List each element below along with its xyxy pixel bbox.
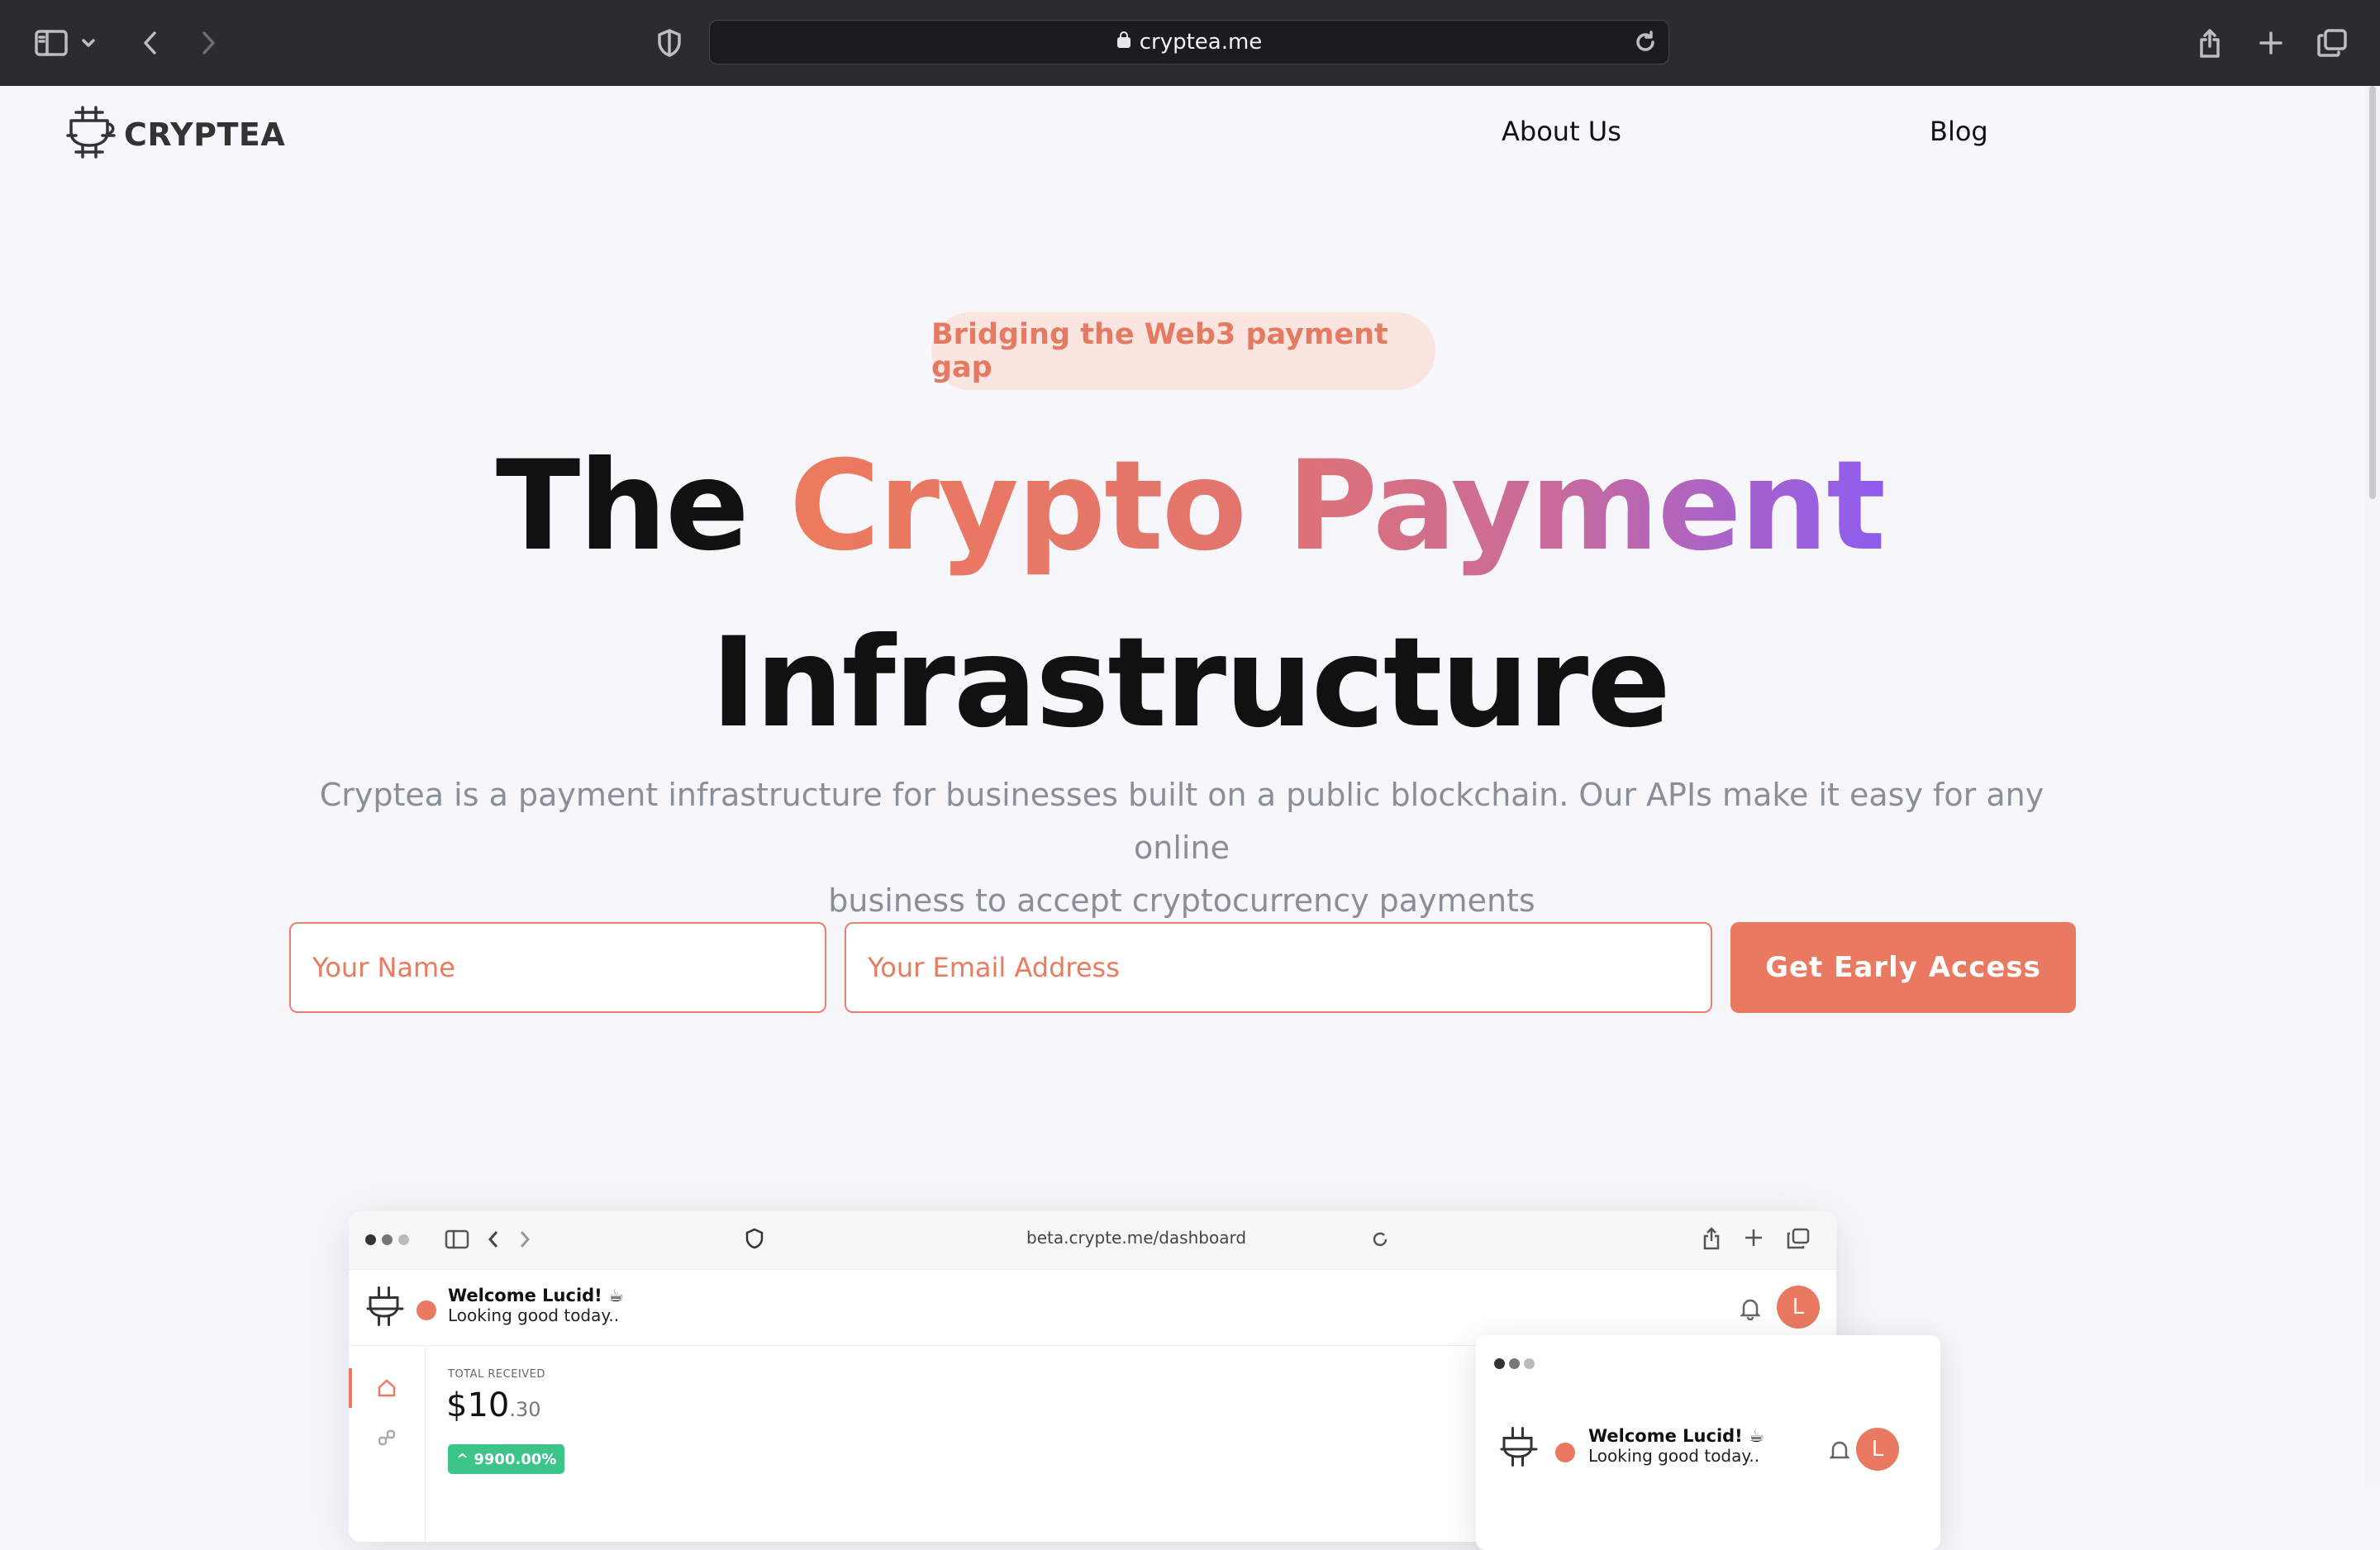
- preview-looking: Looking good today..: [448, 1305, 620, 1325]
- hero-title-line2: Infrastructure: [711, 611, 1671, 755]
- mobile-looking: Looking good today..: [1588, 1446, 1760, 1466]
- hero-tagline-pill: Bridging the Web3 payment gap: [931, 312, 1435, 390]
- preview-logo-icon: [365, 1284, 405, 1333]
- share-icon[interactable]: [2188, 21, 2231, 64]
- address-text: cryptea.me: [1139, 30, 1263, 55]
- preview-url: beta.crypte.me/dashboard: [1026, 1228, 1247, 1248]
- hero-subtitle-line2: business to accept cryptocurrency paymen…: [828, 882, 1535, 919]
- address-bar[interactable]: cryptea.me: [709, 20, 1669, 64]
- collapse-arrow-icon: [416, 1300, 436, 1320]
- preview-browser-bar: beta.crypte.me/dashboard: [349, 1211, 1836, 1270]
- preview-home-icon: [377, 1378, 397, 1402]
- reload-icon[interactable]: [1630, 27, 1660, 63]
- window-dot-icon: [1509, 1358, 1520, 1369]
- sidebar-icon[interactable]: [30, 21, 73, 64]
- tabs-icon[interactable]: [2311, 21, 2354, 64]
- preview-sidebar: [349, 1345, 426, 1542]
- name-input[interactable]: [289, 922, 826, 1013]
- window-dot-icon: [398, 1234, 409, 1245]
- preview-back-icon: [488, 1229, 499, 1253]
- email-input[interactable]: [845, 922, 1712, 1013]
- window-dot-icon: [365, 1234, 376, 1245]
- preview-tabs-icon: [1787, 1228, 1810, 1253]
- logo-text: CRYPTEA: [124, 116, 286, 153]
- mobile-logo-icon: [1499, 1424, 1539, 1473]
- amount-cents: .30: [509, 1398, 541, 1421]
- preview-welcome: Welcome Lucid! ☕: [448, 1286, 624, 1305]
- preview-link-icon: [377, 1428, 397, 1452]
- page-scrollbar[interactable]: [2365, 86, 2380, 1487]
- window-dot-icon: [382, 1234, 393, 1245]
- preview-reload-icon: [1370, 1229, 1390, 1253]
- mobile-bell-icon: [1828, 1439, 1851, 1467]
- preview-bell-icon: [1739, 1297, 1762, 1324]
- preview-plus-icon: [1744, 1228, 1764, 1252]
- mobile-welcome: Welcome Lucid! ☕: [1588, 1426, 1764, 1446]
- browser-toolbar: cryptea.me: [0, 0, 2380, 86]
- nav-about-us[interactable]: About Us: [1502, 116, 1621, 147]
- scrollbar-thumb[interactable]: [2369, 86, 2376, 499]
- get-early-access-button[interactable]: Get Early Access: [1730, 922, 2076, 1013]
- lock-icon: [1116, 30, 1131, 55]
- hero-subtitle-line1: Cryptea is a payment infrastructure for …: [319, 777, 2044, 866]
- site-logo[interactable]: CRYPTEA: [64, 104, 285, 164]
- hero-subtitle: Cryptea is a payment infrastructure for …: [298, 768, 2066, 927]
- hero-title-plain: The: [495, 435, 790, 578]
- preview-avatar: L: [1777, 1286, 1820, 1329]
- nav-blog[interactable]: Blog: [1930, 116, 1988, 147]
- window-dot-icon: [1524, 1358, 1535, 1369]
- shield-icon[interactable]: [648, 21, 691, 64]
- mobile-preview: Welcome Lucid! ☕ Looking good today.. L: [1476, 1335, 1940, 1550]
- plus-icon[interactable]: [2249, 21, 2292, 64]
- forward-icon[interactable]: [187, 21, 230, 64]
- active-indicator: [349, 1368, 352, 1408]
- preview-share-icon: [1702, 1226, 1721, 1255]
- total-received-amount: $10.30: [446, 1386, 541, 1424]
- amount-main: $10: [446, 1386, 510, 1424]
- back-icon[interactable]: [129, 21, 172, 64]
- collapse-arrow-icon: [1555, 1443, 1575, 1462]
- hero-title-gradient: Crypto Payment: [789, 435, 1886, 578]
- preview-forward-icon: [519, 1229, 531, 1253]
- total-received-label: TOTAL RECEIVED: [448, 1368, 545, 1381]
- preview-shield-icon: [745, 1228, 764, 1253]
- hero-title-line1: The Crypto Payment: [0, 445, 2380, 568]
- mobile-greeting: Welcome Lucid! ☕ Looking good today..: [1588, 1426, 1764, 1466]
- mobile-avatar: L: [1856, 1428, 1899, 1471]
- window-dot-icon: [1494, 1358, 1505, 1369]
- preview-greeting: Welcome Lucid! ☕ Looking good today..: [448, 1286, 624, 1325]
- preview-sidebar-icon: [445, 1229, 469, 1253]
- chevron-down-icon[interactable]: [74, 21, 102, 64]
- growth-badge: ^ 9900.00%: [448, 1444, 565, 1474]
- plug-cup-icon: [64, 104, 117, 164]
